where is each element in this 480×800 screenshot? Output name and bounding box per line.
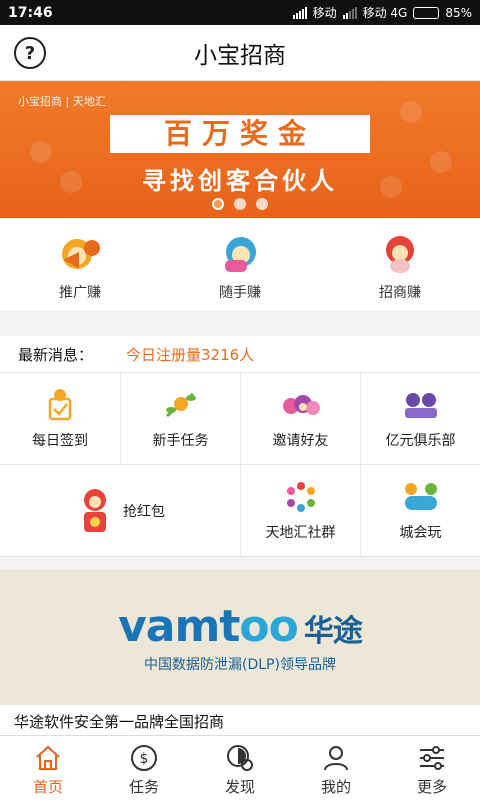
tab-home[interactable]: 首页 [0,736,96,800]
tab-tasks[interactable]: $ 任务 [96,736,192,800]
home-icon [36,745,60,770]
ad-caption[interactable]: 华途软件安全第一品牌全国招商 [0,705,480,735]
ad-logo-text: vamt [118,601,240,652]
tab-label: 更多 [416,778,447,796]
dollar-circle-icon: $ [131,745,157,771]
banner-subheadline: 寻找创客合伙人 [142,167,338,195]
ad-logo-accent: oo [239,601,298,652]
bottom-tab-bar: 首页 $ 任务 发现 我的 更多 [0,735,480,800]
battery-icon [413,6,440,19]
tab-label: 首页 [32,778,63,796]
feature-invite-friends[interactable]: 邀请好友 [241,373,361,465]
feature-club[interactable]: 亿元俱乐部 [361,373,480,465]
promo-banner[interactable]: 小宝招商 | 天地汇 百万奖金 寻找创客合伙人 [0,81,480,218]
pager-dot[interactable] [212,198,224,210]
feature-label: 邀请好友 [272,432,329,449]
discover-icon [227,745,253,771]
question-circle-icon[interactable]: ? [14,37,46,69]
ad-logo: vamtoo 华途 [118,601,363,652]
feature-city-play[interactable]: 城会玩 [361,465,480,557]
tab-label: 发现 [224,778,255,796]
battery-percent: 85% [445,5,472,20]
ad-banner[interactable]: vamtoo 华途 中国数据防泄漏(DLP)领导品牌 [0,570,480,705]
monkey-megaphone-icon [62,239,100,269]
red-envelope-monkey-icon [84,488,106,532]
quick-action-label: 招商赚 [379,285,421,301]
status-time: 17:46 [8,4,53,21]
ad-logo-cn: 华途 [303,614,363,649]
news-bar[interactable]: 最新消息： 今日注册量3216人 [0,336,480,372]
tab-label: 任务 [128,778,159,796]
banner-brand: 小宝招商 | 天地汇 [18,95,106,108]
monkey-moneybag-icon [386,236,414,273]
tab-discover[interactable]: 发现 [192,736,288,800]
feature-checkin[interactable]: 每日签到 [0,373,121,465]
monkey-gamepad-icon [225,237,256,272]
pager-dot[interactable] [256,198,268,210]
sliders-icon [420,746,444,770]
feature-grid: 每日签到 新手任务 邀请好友 亿元俱乐部 抢红包 天地汇社群 城会玩 [0,372,480,557]
quick-actions: 推广赚 随手赚 招商赚 [0,218,480,310]
feature-label: 新手任务 [152,432,209,449]
status-bar: 17:46 移动 移动 4G 85% [0,0,480,25]
monkey-friends-icon [282,394,320,415]
page-title: 小宝招商 [194,42,286,69]
user-icon [324,746,348,771]
community-circle-icon [286,481,315,512]
quick-action-promote[interactable]: 推广赚 [0,218,160,310]
feature-newbie-tasks[interactable]: 新手任务 [121,373,241,465]
carrier-1: 移动 [312,6,337,20]
tab-mine[interactable]: 我的 [288,736,384,800]
quick-action-recruit[interactable]: 招商赚 [320,218,480,310]
monkey-branch-icon [165,392,196,417]
feature-red-envelope[interactable]: 抢红包 [0,465,241,557]
feature-label: 天地汇社群 [265,524,336,541]
pager-dot[interactable] [234,198,246,210]
svg-text:$: $ [140,751,149,767]
tab-more[interactable]: 更多 [384,736,480,800]
carrier-2: 移动 4G [362,6,408,20]
quick-action-label: 随手赚 [219,285,261,301]
feature-community[interactable]: 天地汇社群 [241,465,361,557]
feature-label: 城会玩 [399,524,442,541]
ad-subtitle: 中国数据防泄漏(DLP)领导品牌 [144,657,336,673]
feature-label: 每日签到 [32,432,88,449]
signal-icon [292,6,307,19]
club-monkeys-icon [404,392,437,418]
app-header: ? 小宝招商 [0,25,480,81]
tab-label: 我的 [320,778,351,796]
quick-action-casual[interactable]: 随手赚 [160,218,320,310]
news-label: 最新消息： [18,345,94,364]
signal-icon-2 [342,6,357,19]
banner-pager[interactable] [0,198,480,210]
checkin-clipboard-icon [48,388,72,420]
gamepad-monkeys-icon [404,482,437,510]
feature-label: 抢红包 [123,503,165,520]
news-value: 今日注册量3216人 [126,345,255,364]
feature-label: 亿元俱乐部 [385,432,456,449]
quick-action-label: 推广赚 [59,285,101,301]
banner-headline: 百万奖金 [110,115,370,153]
